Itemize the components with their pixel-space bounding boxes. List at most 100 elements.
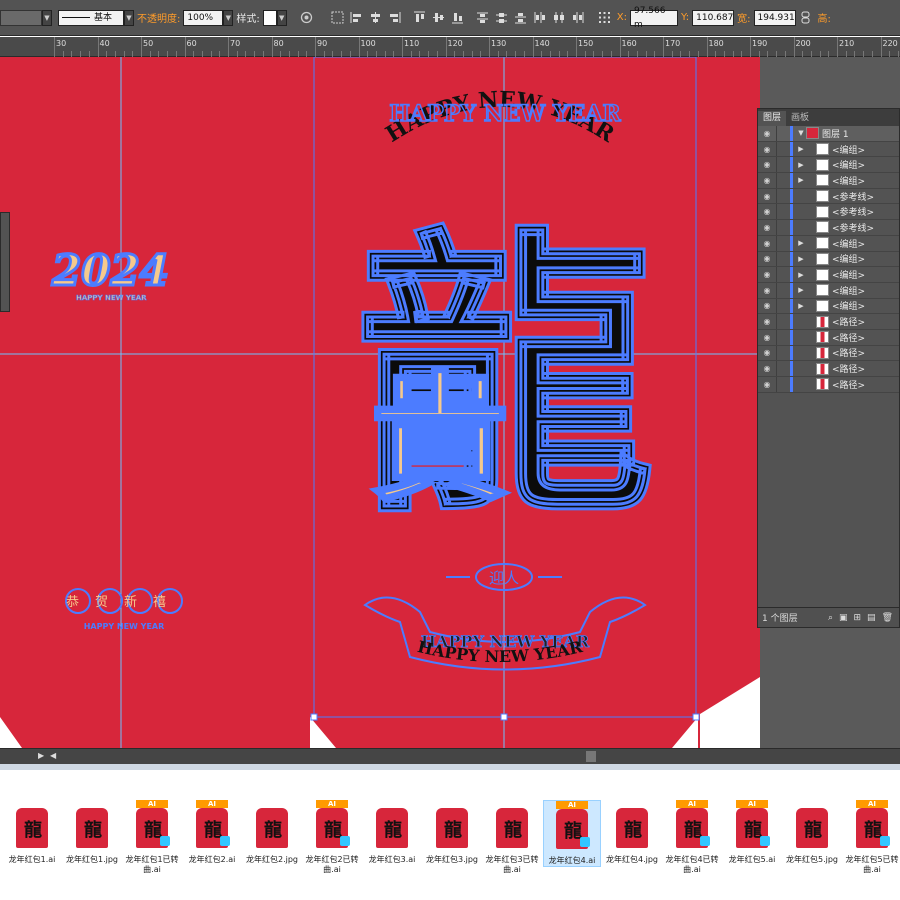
x-input[interactable]: 97.566 m bbox=[629, 6, 678, 30]
lock-cell[interactable] bbox=[776, 282, 790, 298]
selection-handle-bm[interactable] bbox=[500, 713, 508, 721]
locate-object-icon[interactable]: ⌕ bbox=[828, 613, 833, 623]
scroll-left-arrow-icon[interactable]: ◀ bbox=[50, 751, 56, 760]
layer-row[interactable]: ◉ ▶ <编组> bbox=[758, 173, 899, 189]
expand-arrow-icon[interactable]: ▶ bbox=[796, 161, 806, 169]
expand-arrow-icon[interactable]: ▶ bbox=[796, 255, 806, 263]
layer-item-name[interactable]: <参考线> bbox=[832, 190, 874, 203]
eye-icon[interactable]: ◉ bbox=[758, 239, 776, 248]
eye-icon[interactable]: ◉ bbox=[758, 223, 776, 232]
layer-row[interactable]: ◉ <路径> bbox=[758, 361, 899, 377]
align-hcenter-icon[interactable] bbox=[369, 11, 382, 24]
align-bottom-icon[interactable] bbox=[451, 11, 464, 24]
align-to-icon[interactable] bbox=[331, 11, 344, 24]
layer-row[interactable]: ◉ ▶ <编组> bbox=[758, 141, 899, 158]
layer-row-main[interactable]: ◉ ▼ 图层 1 bbox=[758, 126, 899, 142]
fill-swatch-box[interactable] bbox=[0, 9, 42, 26]
align-top-icon[interactable] bbox=[413, 11, 426, 24]
eye-icon[interactable]: ◉ bbox=[758, 129, 776, 138]
file-item[interactable]: 龍龙年红包4.jpg bbox=[603, 800, 661, 865]
layer-item-name[interactable]: <编组> bbox=[832, 143, 865, 156]
expand-arrow-icon[interactable]: ▼ bbox=[796, 129, 806, 137]
layer-item-name[interactable]: <路径> bbox=[832, 315, 865, 328]
new-sublayer-icon[interactable]: ⊞ bbox=[854, 613, 862, 623]
lock-cell[interactable] bbox=[776, 314, 790, 329]
layer-item-name[interactable]: <编组> bbox=[832, 284, 865, 297]
eye-icon[interactable]: ◉ bbox=[758, 160, 776, 169]
expand-arrow-icon[interactable]: ▶ bbox=[796, 176, 806, 184]
style-dropdown[interactable]: ▼ bbox=[276, 9, 287, 26]
expand-arrow-icon[interactable]: ▶ bbox=[796, 271, 806, 279]
layer-row[interactable]: ◉ ▶ <编组> bbox=[758, 298, 899, 315]
opacity-dropdown[interactable]: ▼ bbox=[223, 9, 234, 26]
opacity-label[interactable]: 不透明度: bbox=[137, 10, 180, 25]
eye-icon[interactable]: ◉ bbox=[758, 364, 776, 373]
lock-cell[interactable] bbox=[776, 298, 790, 314]
expand-arrow-icon[interactable]: ▶ bbox=[796, 239, 806, 247]
eye-icon[interactable]: ◉ bbox=[758, 207, 776, 216]
expand-arrow-icon[interactable]: ▶ bbox=[796, 286, 806, 294]
layer-item-name[interactable]: <参考线> bbox=[832, 205, 874, 218]
file-item[interactable]: 龍龙年红包2.jpg bbox=[243, 800, 301, 865]
lock-cell[interactable] bbox=[776, 377, 790, 392]
distribute-vcenter-icon[interactable] bbox=[495, 11, 508, 24]
lock-cell[interactable] bbox=[776, 361, 790, 376]
tab-layers[interactable]: 图层 bbox=[758, 111, 787, 126]
lock-cell[interactable] bbox=[776, 204, 790, 220]
delete-layer-icon[interactable]: 🗑 bbox=[882, 613, 893, 623]
layer-row[interactable]: ◉ ▶ <编组> bbox=[758, 157, 899, 174]
layer-item-name[interactable]: <参考线> bbox=[832, 221, 874, 234]
lock-cell[interactable] bbox=[776, 329, 790, 345]
horizontal-ruler[interactable]: 30 40 50 60 70 80 90 100 110 120 130 140 150 160 170 18… bbox=[0, 37, 900, 57]
artboard-canvas[interactable]: HAPPY NEW YEAR HAPPY NEW YEAR 龍 貴 2024 H… bbox=[0, 57, 760, 748]
selection-handle-br[interactable] bbox=[692, 713, 700, 721]
recolor-icon[interactable] bbox=[300, 11, 313, 24]
lock-cell[interactable] bbox=[776, 267, 790, 282]
layer-row[interactable]: ◉ ▶ <编组> bbox=[758, 251, 899, 268]
layer-row[interactable]: ◉ <路径> bbox=[758, 329, 899, 346]
layer-item-name[interactable]: <编组> bbox=[832, 268, 865, 281]
lock-cell[interactable] bbox=[776, 157, 790, 173]
new-layer-icon[interactable]: ▤ bbox=[867, 613, 876, 623]
reference-point-icon[interactable] bbox=[598, 11, 611, 24]
align-vcenter-icon[interactable] bbox=[432, 11, 445, 24]
stroke-style-field[interactable]: 基本 bbox=[58, 9, 124, 26]
lock-cell[interactable] bbox=[776, 251, 790, 267]
layer-name[interactable]: 图层 1 bbox=[822, 127, 849, 140]
align-right-icon[interactable] bbox=[388, 11, 401, 24]
file-item[interactable]: AI 龍龙年红包2.ai bbox=[183, 800, 241, 865]
horizontal-scrollbar[interactable]: ▶ ◀ bbox=[0, 748, 900, 764]
eye-icon[interactable]: ◉ bbox=[758, 192, 776, 201]
layer-row[interactable]: ◉ ▶ <编组> bbox=[758, 267, 899, 283]
lock-cell[interactable] bbox=[776, 188, 790, 204]
file-item[interactable]: AI 龍龙年红包1已转曲.ai bbox=[123, 800, 181, 875]
tab-artboards[interactable]: 画板 bbox=[786, 111, 814, 126]
eye-icon[interactable]: ◉ bbox=[758, 301, 776, 310]
layer-row[interactable]: ◉ <参考线> bbox=[758, 220, 899, 236]
layer-row[interactable]: ◉ ▶ <编组> bbox=[758, 235, 899, 252]
lock-cell[interactable] bbox=[776, 220, 790, 235]
file-item[interactable]: AI 龍龙年红包2已转曲.ai bbox=[303, 800, 361, 875]
file-item[interactable]: AI 龍龙年红包5已转曲.ai bbox=[843, 800, 900, 875]
file-item[interactable]: 龍龙年红包5.jpg bbox=[783, 800, 841, 865]
eye-icon[interactable]: ◉ bbox=[758, 317, 776, 326]
lock-cell[interactable] bbox=[776, 126, 790, 141]
artwork-svg[interactable]: HAPPY NEW YEAR HAPPY NEW YEAR 龍 貴 2024 H… bbox=[0, 57, 760, 748]
lock-cell[interactable] bbox=[776, 141, 790, 157]
layer-row[interactable]: ◉ <路径> bbox=[758, 314, 899, 330]
fill-dropdown[interactable]: ▼ bbox=[42, 9, 52, 26]
opacity-input[interactable]: 100% bbox=[183, 9, 224, 26]
layer-row[interactable]: ◉ <参考线> bbox=[758, 188, 899, 205]
file-item[interactable]: 龍龙年红包1.ai bbox=[3, 800, 61, 865]
eye-icon[interactable]: ◉ bbox=[758, 286, 776, 295]
layer-item-name[interactable]: <编组> bbox=[832, 299, 865, 312]
eye-icon[interactable]: ◉ bbox=[758, 333, 776, 342]
layer-item-name[interactable]: <路径> bbox=[832, 362, 865, 375]
lock-cell[interactable] bbox=[776, 345, 790, 361]
y-input[interactable]: 110.687 bbox=[692, 9, 735, 26]
collapsed-panel-stub[interactable] bbox=[0, 212, 10, 312]
distribute-bottom-icon[interactable] bbox=[514, 11, 527, 24]
file-item[interactable]: AI 龍龙年红包4已转曲.ai bbox=[663, 800, 721, 875]
eye-icon[interactable]: ◉ bbox=[758, 348, 776, 357]
layer-row[interactable]: ◉ <路径> bbox=[758, 377, 899, 393]
